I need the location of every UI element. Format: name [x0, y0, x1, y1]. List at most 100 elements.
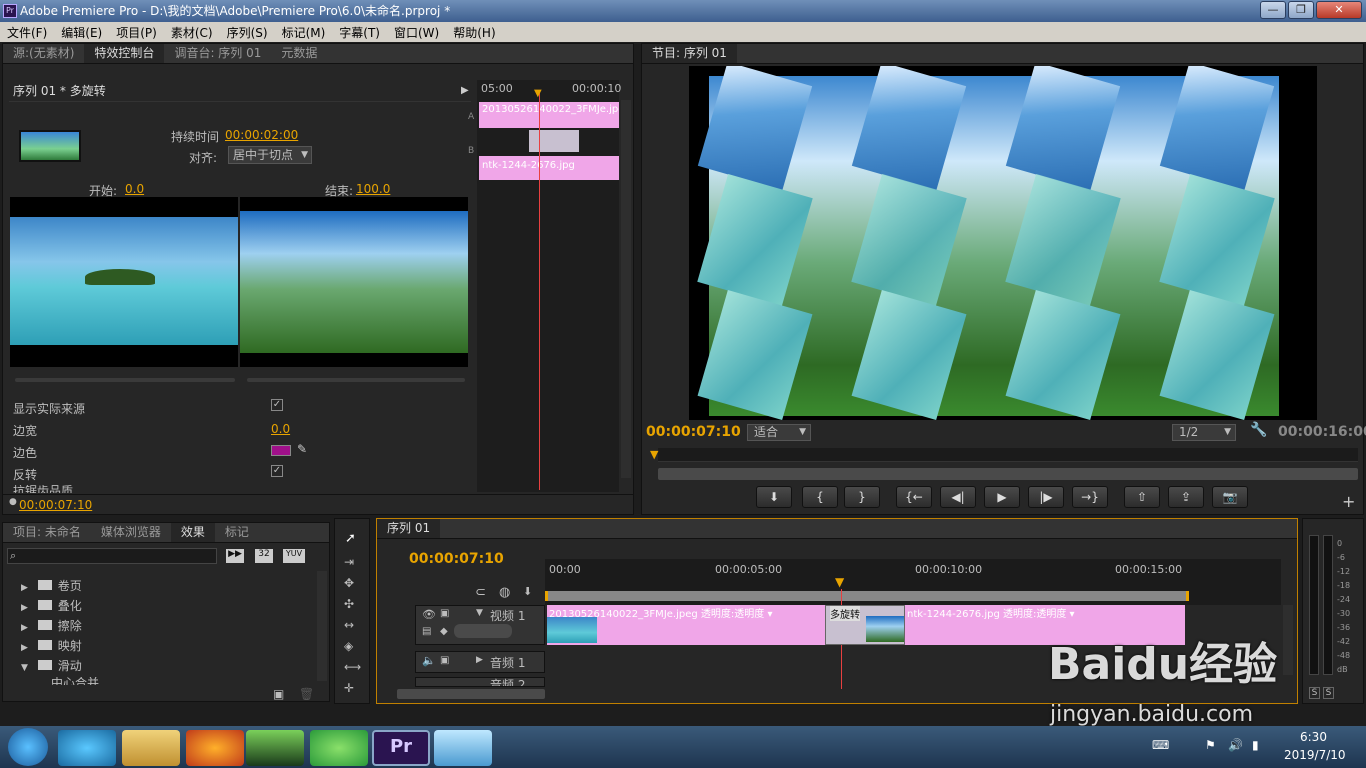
- play-preview-icon[interactable]: ▶: [461, 82, 469, 100]
- show-actual-sources-checkbox[interactable]: ✓: [271, 399, 283, 411]
- eyedropper-icon[interactable]: ✎: [297, 442, 307, 456]
- tab-metadata[interactable]: 元数据: [271, 44, 327, 63]
- timeline-ruler[interactable]: 00:00 00:00:05:00 00:00:10:00 00:00:15:0…: [545, 559, 1281, 605]
- program-playhead[interactable]: ▼: [650, 448, 658, 461]
- mini-clip-a[interactable]: 20130526140022_3FMJe.jpeg: [479, 102, 619, 128]
- effects-scrollbar[interactable]: [317, 571, 327, 681]
- yuv-effects-icon[interactable]: YUV: [283, 549, 305, 563]
- sequence-marker-icon[interactable]: ◍: [499, 585, 510, 600]
- start-button[interactable]: [8, 728, 48, 766]
- notes-icon[interactable]: [434, 730, 492, 766]
- delete-icon[interactable]: 🗑: [299, 687, 314, 701]
- tab-audio-mixer[interactable]: 调音台: 序列 01: [164, 44, 271, 63]
- speaker-icon[interactable]: 🔈: [422, 654, 436, 667]
- export-frame-button[interactable]: 📷: [1212, 486, 1248, 508]
- mini-clip-b[interactable]: ntk-1244-2676.jpg: [479, 156, 619, 180]
- network-flag-icon[interactable]: ⚑: [1205, 738, 1216, 752]
- minimize-button[interactable]: —: [1260, 1, 1286, 19]
- chevron-down-icon[interactable]: ▼: [476, 608, 483, 618]
- menu-edit[interactable]: 编辑(E): [54, 22, 109, 41]
- go-to-out-button[interactable]: →}: [1072, 486, 1108, 508]
- video-clip-a[interactable]: 20130526140022_3FMJe.jpeg 透明度:透明度 ▾: [547, 605, 865, 645]
- keyboard-icon[interactable]: ⌨: [1152, 738, 1169, 752]
- list-item[interactable]: ▼ 滑动: [21, 657, 311, 677]
- transition-clip[interactable]: 多旋转: [825, 605, 905, 645]
- border-width-value[interactable]: 0.0: [271, 422, 290, 436]
- 32bit-effects-icon[interactable]: 32: [255, 549, 273, 563]
- menu-file[interactable]: 文件(F): [0, 22, 54, 41]
- add-button-icon[interactable]: +: [1342, 492, 1355, 511]
- rate-stretch-tool-icon[interactable]: ↔: [344, 618, 354, 632]
- list-item[interactable]: ▶ 卷页: [21, 577, 311, 597]
- accelerated-effects-icon[interactable]: ▶▶: [226, 549, 244, 563]
- end-value[interactable]: 100.0: [356, 182, 390, 196]
- program-time-ruler[interactable]: [658, 448, 1358, 462]
- clock-time[interactable]: 6:30: [1300, 730, 1327, 744]
- mark-out-button[interactable]: }: [844, 486, 880, 508]
- end-slider[interactable]: [247, 378, 465, 382]
- start-value[interactable]: 0.0: [125, 182, 144, 196]
- firefox-icon[interactable]: [186, 730, 244, 766]
- timeline-playhead-marker[interactable]: ▼: [835, 575, 844, 589]
- 360-browser-icon[interactable]: [310, 730, 368, 766]
- list-item[interactable]: ▶ 映射: [21, 637, 311, 657]
- maximize-button[interactable]: ❐: [1288, 1, 1314, 19]
- effects-search-input[interactable]: ⌕: [7, 548, 217, 564]
- solo-right-button[interactable]: S: [1323, 687, 1334, 699]
- display-style-icon[interactable]: ▤: [422, 626, 431, 637]
- close-button[interactable]: ✕: [1316, 1, 1362, 19]
- timeline-timecode[interactable]: 00:00:07:10: [409, 551, 504, 567]
- premiere-pro-taskbar-icon[interactable]: Pr: [372, 730, 430, 766]
- signal-icon[interactable]: ▮: [1252, 738, 1259, 752]
- camtasia-icon[interactable]: [246, 730, 304, 766]
- start-slider[interactable]: [15, 378, 235, 382]
- razor-tool-icon[interactable]: ◈: [344, 639, 353, 653]
- track-select-tool-icon[interactable]: ⇥: [344, 555, 354, 569]
- eye-icon[interactable]: 👁: [422, 608, 436, 621]
- ripple-edit-tool-icon[interactable]: ✥: [344, 576, 354, 590]
- menu-help[interactable]: 帮助(H): [446, 22, 502, 41]
- timeline-zoom-bar[interactable]: [397, 689, 545, 699]
- snap-icon[interactable]: ⊂: [475, 585, 486, 600]
- tab-project[interactable]: 项目: 未命名: [3, 523, 91, 542]
- work-area-bar[interactable]: [545, 591, 1189, 601]
- clock-date[interactable]: 2019/7/10: [1284, 748, 1346, 762]
- tab-effect-controls[interactable]: 特效控制台: [84, 44, 165, 63]
- video-clip-b[interactable]: ntk-1244-2676.jpg 透明度:透明度 ▾: [905, 605, 1185, 645]
- program-zoom-bar[interactable]: [658, 468, 1358, 480]
- border-color-swatch[interactable]: [271, 445, 291, 456]
- fit-dropdown[interactable]: 适合 ▼: [747, 424, 811, 441]
- resolution-dropdown[interactable]: 1/2 ▼: [1172, 424, 1236, 441]
- effect-controls-scrollbar[interactable]: [621, 100, 631, 478]
- transition-block[interactable]: [529, 130, 579, 152]
- media-player-icon[interactable]: [58, 730, 116, 766]
- mini-playhead[interactable]: [539, 90, 540, 490]
- slide-tool-icon[interactable]: ✛: [344, 681, 354, 695]
- add-marker-button[interactable]: ⬇: [756, 486, 792, 508]
- tab-effects[interactable]: 效果: [170, 523, 215, 542]
- tab-media-browser[interactable]: 媒体浏览器: [91, 523, 171, 542]
- lift-button[interactable]: ⇧: [1124, 486, 1160, 508]
- tab-sequence[interactable]: 序列 01: [377, 519, 441, 538]
- timeline-scrollbar[interactable]: [1283, 605, 1293, 675]
- file-explorer-icon[interactable]: [122, 730, 180, 766]
- keyframe-icon[interactable]: ◆: [440, 626, 448, 637]
- effect-controls-timecode[interactable]: 00:00:07:10: [19, 498, 92, 512]
- extract-button[interactable]: ⇪: [1168, 486, 1204, 508]
- step-back-button[interactable]: ◀|: [940, 486, 976, 508]
- menu-window[interactable]: 窗口(W): [387, 22, 446, 41]
- new-folder-icon[interactable]: ▣: [273, 687, 284, 701]
- mini-playhead-marker[interactable]: ▼: [534, 88, 542, 99]
- add-marker-icon[interactable]: ⬇: [523, 585, 532, 598]
- menu-title[interactable]: 字幕(T): [332, 22, 387, 41]
- menu-marker[interactable]: 标记(M): [275, 22, 333, 41]
- tab-program[interactable]: 节目: 序列 01: [642, 44, 737, 63]
- play-button[interactable]: ▶: [984, 486, 1020, 508]
- chevron-right-icon[interactable]: ▶: [476, 655, 483, 665]
- menu-sequence[interactable]: 序列(S): [220, 22, 275, 41]
- program-current-time[interactable]: 00:00:07:10: [646, 424, 741, 440]
- reverse-checkbox[interactable]: ✓: [271, 465, 283, 477]
- menu-project[interactable]: 项目(P): [109, 22, 164, 41]
- duration-value[interactable]: 00:00:02:00: [225, 128, 298, 142]
- solo-left-button[interactable]: S: [1309, 687, 1320, 699]
